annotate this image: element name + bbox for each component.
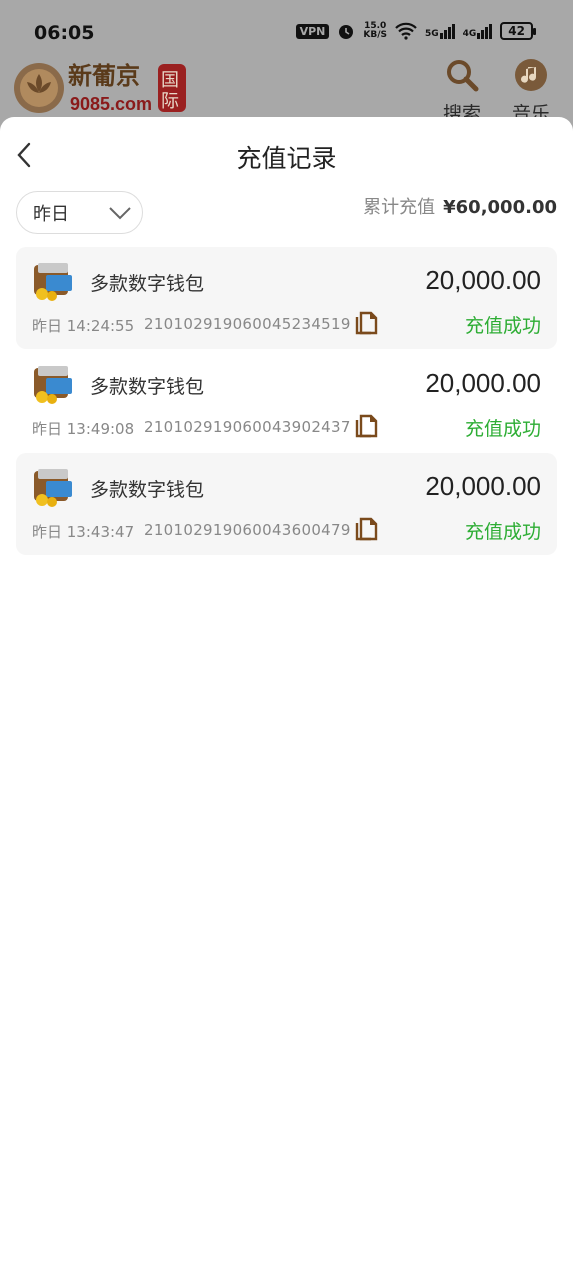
signal-5g-icon: 5G: [425, 23, 455, 39]
network-speed: 15.0 KB/S: [363, 21, 387, 40]
battery-indicator: 42: [500, 22, 536, 40]
search-icon: [447, 60, 479, 92]
record-status: 充值成功: [464, 315, 541, 337]
record-name: 多款数字钱包: [90, 479, 205, 501]
record-name: 多款数字钱包: [90, 376, 205, 398]
record-status: 充值成功: [464, 521, 541, 543]
record-order-id: 210102919060043902437: [144, 418, 351, 436]
copy-icon[interactable]: [354, 309, 378, 335]
wallet-icon: [34, 469, 72, 507]
record-order-id: 210102919060045234519: [144, 315, 351, 333]
music-icon: [515, 59, 547, 91]
svg-text:国: 国: [161, 70, 179, 91]
status-bar: 06:05 VPN 15.0 KB/S 5G 4G 42: [0, 0, 573, 58]
wallet-icon: [34, 366, 72, 404]
total-recharge: 累计充值 ¥60,000.00: [363, 193, 557, 219]
app-header: 新葡京 9085.com 国 际 搜索 音乐: [0, 56, 573, 125]
record-status: 充值成功: [464, 418, 541, 440]
record-row[interactable]: 多款数字钱包 20,000.00 昨日 13:49:08 21010291906…: [16, 350, 557, 452]
svg-text:9085.com: 9085.com: [70, 94, 152, 114]
total-amount: ¥60,000.00: [443, 197, 557, 218]
wallet-icon: [34, 263, 72, 301]
signal-4g-icon: 4G: [463, 23, 493, 39]
record-amount: 20,000.00: [425, 265, 541, 295]
copy-icon[interactable]: [354, 515, 378, 541]
search-button[interactable]: 搜索: [437, 58, 487, 126]
record-row[interactable]: 多款数字钱包 20,000.00 昨日 14:24:55 21010291906…: [16, 247, 557, 349]
wifi-icon: [395, 22, 417, 40]
record-date: 昨日 13:49:08: [32, 420, 135, 438]
status-icons: VPN 15.0 KB/S 5G 4G 42: [295, 21, 536, 40]
svg-text:际: 际: [161, 91, 179, 112]
record-order-id: 210102919060043600479: [144, 521, 351, 539]
total-label: 累计充值: [363, 197, 436, 218]
recharge-records-sheet: 充值记录 昨日 累计充值 ¥60,000.00 多款数字钱包 20,000.00 …: [0, 117, 573, 1280]
record-amount: 20,000.00: [425, 471, 541, 501]
chevron-down-icon: [109, 207, 131, 220]
record-row[interactable]: 多款数字钱包 20,000.00 昨日 13:43:47 21010291906…: [16, 453, 557, 555]
brand-logo[interactable]: 新葡京 9085.com 国 际: [12, 58, 190, 116]
svg-text:新葡京: 新葡京: [68, 61, 140, 90]
copy-icon[interactable]: [354, 412, 378, 438]
date-filter-dropdown[interactable]: 昨日: [16, 191, 143, 234]
record-name: 多款数字钱包: [90, 273, 205, 295]
record-date: 昨日 13:43:47: [32, 523, 135, 541]
record-date: 昨日 14:24:55: [32, 317, 135, 335]
vpn-badge: VPN: [295, 23, 330, 39]
page-title: 充值记录: [236, 144, 337, 173]
music-button[interactable]: 音乐: [506, 58, 556, 126]
record-amount: 20,000.00: [425, 368, 541, 398]
status-time: 06:05: [34, 22, 95, 44]
alarm-icon: [339, 25, 354, 39]
date-filter-value: 昨日: [33, 203, 69, 225]
